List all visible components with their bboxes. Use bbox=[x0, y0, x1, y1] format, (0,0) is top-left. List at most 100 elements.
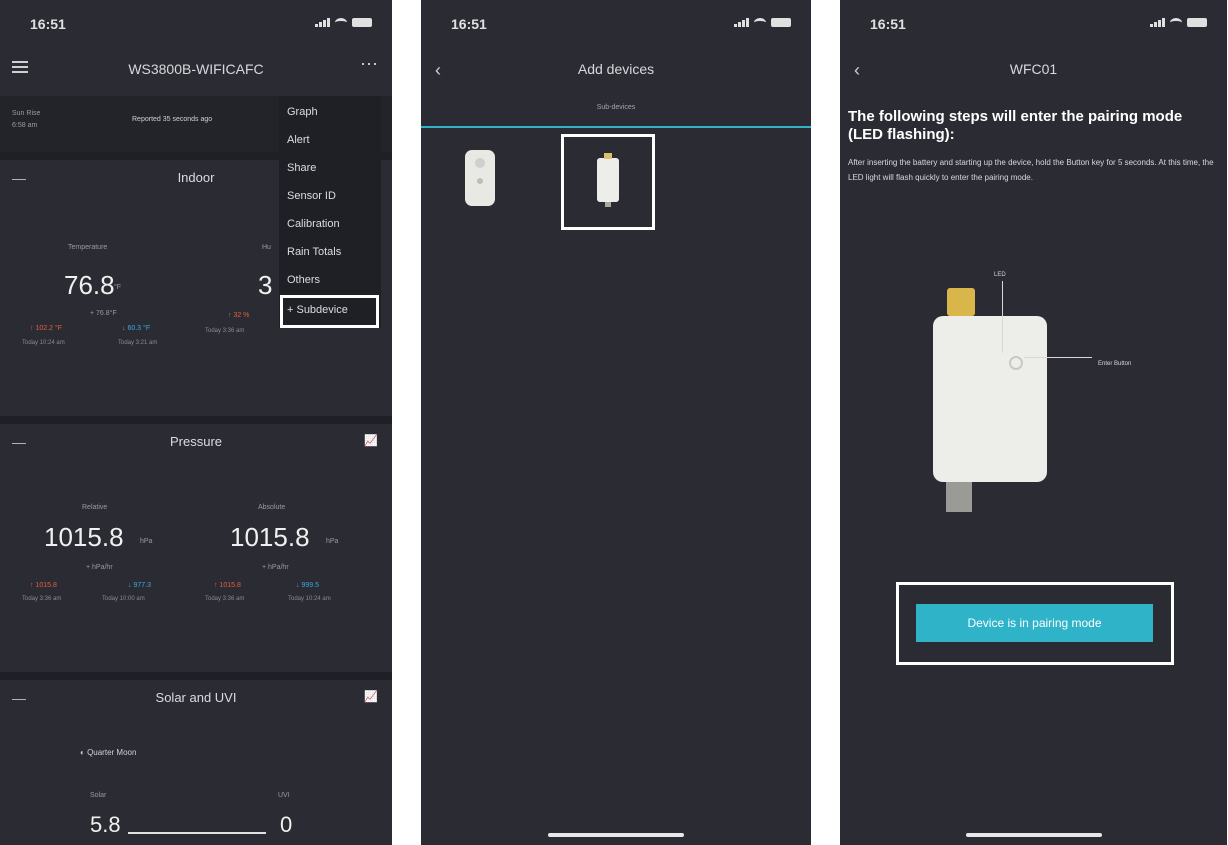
sunrise-info: Sun Rise 6:58 am bbox=[12, 108, 40, 132]
led-label: LED bbox=[994, 272, 1006, 278]
uvi-label: UVI bbox=[278, 792, 290, 799]
absolute-low: ↓ 999.5 bbox=[296, 582, 319, 589]
pressure-card: — Pressure 📈 Relative 1015.8 hPa + hPa/h… bbox=[0, 416, 392, 674]
relative-value: 1015.8 bbox=[44, 522, 124, 552]
home-indicator[interactable] bbox=[548, 833, 684, 837]
menu-item-rain-totals[interactable]: Rain Totals bbox=[287, 246, 341, 258]
phone-screen-add-devices: 16:51 ‹ Add devices Sub-devices bbox=[421, 0, 811, 845]
sensor-device-thumbnail[interactable] bbox=[465, 150, 495, 206]
sensor-lens bbox=[475, 158, 485, 168]
menu-item-graph[interactable]: Graph bbox=[287, 106, 318, 118]
temperature-low: ↓ 60.3 °F bbox=[122, 325, 151, 332]
menu-item-others[interactable]: Others bbox=[287, 274, 320, 286]
status-time: 16:51 bbox=[30, 16, 66, 32]
battery-icon bbox=[352, 18, 372, 27]
moon-icon: ◐ bbox=[80, 748, 88, 757]
absolute-sub: + hPa/hr bbox=[262, 564, 289, 571]
status-bar: 16:51 bbox=[421, 0, 811, 44]
page-title: WFC01 bbox=[1009, 61, 1058, 77]
status-time: 16:51 bbox=[870, 16, 906, 32]
temperature-value: 76.8 bbox=[64, 270, 115, 300]
uvi-value: 0 bbox=[280, 812, 293, 837]
pressure-title: Pressure bbox=[169, 434, 223, 449]
wifi-icon bbox=[1170, 18, 1182, 27]
device-outlet-fitting bbox=[946, 482, 972, 512]
absolute-value: 1015.8 bbox=[230, 522, 310, 552]
status-icons bbox=[734, 18, 791, 27]
absolute-high: ↑ 1015.8 bbox=[214, 582, 241, 589]
home-indicator[interactable] bbox=[965, 833, 1102, 837]
humidity-value: 3 bbox=[258, 270, 273, 300]
relative-high-time: Today 3:36 am bbox=[22, 596, 62, 602]
chart-icon[interactable]: 📈 bbox=[364, 690, 378, 703]
led-indicator bbox=[1009, 356, 1023, 370]
menu-item-alert[interactable]: Alert bbox=[287, 134, 310, 146]
sensor-button bbox=[477, 178, 483, 184]
page-title: Add devices bbox=[577, 61, 655, 77]
absolute-unit: hPa bbox=[326, 538, 339, 545]
status-time: 16:51 bbox=[451, 16, 487, 32]
status-icons bbox=[315, 18, 372, 27]
dropdown-menu: Graph Alert Share Sensor ID Calibration … bbox=[279, 96, 381, 328]
solar-value: 5.8 bbox=[90, 812, 121, 837]
nav-bar: ‹ Add devices bbox=[421, 44, 811, 94]
solar-label: Solar bbox=[90, 792, 107, 799]
enter-button-label: Enter Button bbox=[1098, 361, 1132, 367]
status-bar: 16:51 bbox=[0, 0, 392, 44]
signal-icon bbox=[734, 18, 749, 27]
menu-item-sensor-id[interactable]: Sensor ID bbox=[287, 190, 336, 202]
temperature-sub: + 76.8°F bbox=[90, 310, 117, 317]
menu-item-share[interactable]: Share bbox=[287, 162, 316, 174]
phone-screen-weather-station: 16:51 WS3800B-WIFICAFC ⋯ Sun Rise 6:58 a… bbox=[0, 0, 392, 845]
temperature-label: Temperature bbox=[68, 244, 108, 251]
tab-label: Sub-devices bbox=[596, 104, 636, 111]
device-illustration bbox=[933, 288, 1047, 512]
pairing-heading: The following steps will enter the pairi… bbox=[848, 108, 1183, 143]
solar-divider bbox=[128, 832, 266, 834]
device-highlight-box bbox=[561, 134, 655, 230]
absolute-label: Absolute bbox=[258, 504, 286, 511]
nav-bar: WS3800B-WIFICAFC ⋯ bbox=[0, 44, 392, 94]
menu-item-calibration[interactable]: Calibration bbox=[287, 218, 340, 230]
led-leader-line bbox=[1002, 281, 1003, 353]
status-icons bbox=[1150, 18, 1207, 27]
tab-sub-devices[interactable]: Sub-devices bbox=[421, 98, 811, 128]
nav-bar: ‹ WFC01 bbox=[840, 44, 1227, 94]
button-leader-line bbox=[1024, 357, 1092, 358]
sunrise-label: Sun Rise bbox=[12, 110, 41, 117]
subdevice-highlight-box bbox=[280, 295, 379, 328]
relative-unit: hPa bbox=[140, 538, 153, 545]
more-icon[interactable]: ⋯ bbox=[360, 54, 378, 75]
station-title: WS3800B-WIFICAFC bbox=[128, 61, 264, 77]
temperature-unit: °F bbox=[114, 284, 122, 291]
device-inlet-fitting bbox=[947, 288, 975, 316]
reported-time: Reported 35 seconds ago bbox=[132, 116, 213, 123]
phone-screen-pairing: 16:51 ‹ WFC01 The following steps will e… bbox=[840, 0, 1227, 845]
pairing-instructions: After inserting the battery and starting… bbox=[848, 158, 1214, 182]
relative-sub: + hPa/hr bbox=[86, 564, 113, 571]
relative-low-time: Today 10:00 am bbox=[102, 596, 145, 602]
battery-icon bbox=[771, 18, 791, 27]
absolute-high-time: Today 3:36 am bbox=[205, 596, 245, 602]
signal-icon bbox=[1150, 18, 1165, 27]
solar-uvi-card: — Solar and UVI 📈 ◐ Quarter Moon Solar 5… bbox=[0, 672, 392, 845]
absolute-low-time: Today 10:24 am bbox=[288, 596, 331, 602]
signal-icon bbox=[315, 18, 330, 27]
relative-low: ↓ 977.3 bbox=[128, 582, 151, 589]
wifi-icon bbox=[754, 18, 766, 27]
humidity-label: Hu bbox=[262, 244, 271, 251]
humidity-high: ↑ 32 % bbox=[228, 312, 250, 319]
temperature-high-time: Today 10:24 am bbox=[22, 340, 65, 346]
temperature-high: ↑ 102.2 °F bbox=[30, 325, 62, 332]
chart-icon[interactable]: 📈 bbox=[364, 434, 378, 447]
sunrise-time: 6:58 am bbox=[12, 122, 38, 129]
pairing-mode-button[interactable]: Device is in pairing mode bbox=[916, 604, 1153, 642]
status-bar: 16:51 bbox=[840, 0, 1227, 44]
wifi-icon bbox=[335, 18, 347, 27]
solar-title: Solar and UVI bbox=[155, 690, 237, 705]
relative-high: ↑ 1015.8 bbox=[30, 582, 57, 589]
moon-phase-label: Quarter Moon bbox=[87, 748, 137, 757]
humidity-time: Today 3:36 am bbox=[205, 328, 245, 334]
moon-phase: ◐ Quarter Moon bbox=[80, 748, 136, 757]
temperature-low-time: Today 3:21 am bbox=[118, 340, 158, 346]
